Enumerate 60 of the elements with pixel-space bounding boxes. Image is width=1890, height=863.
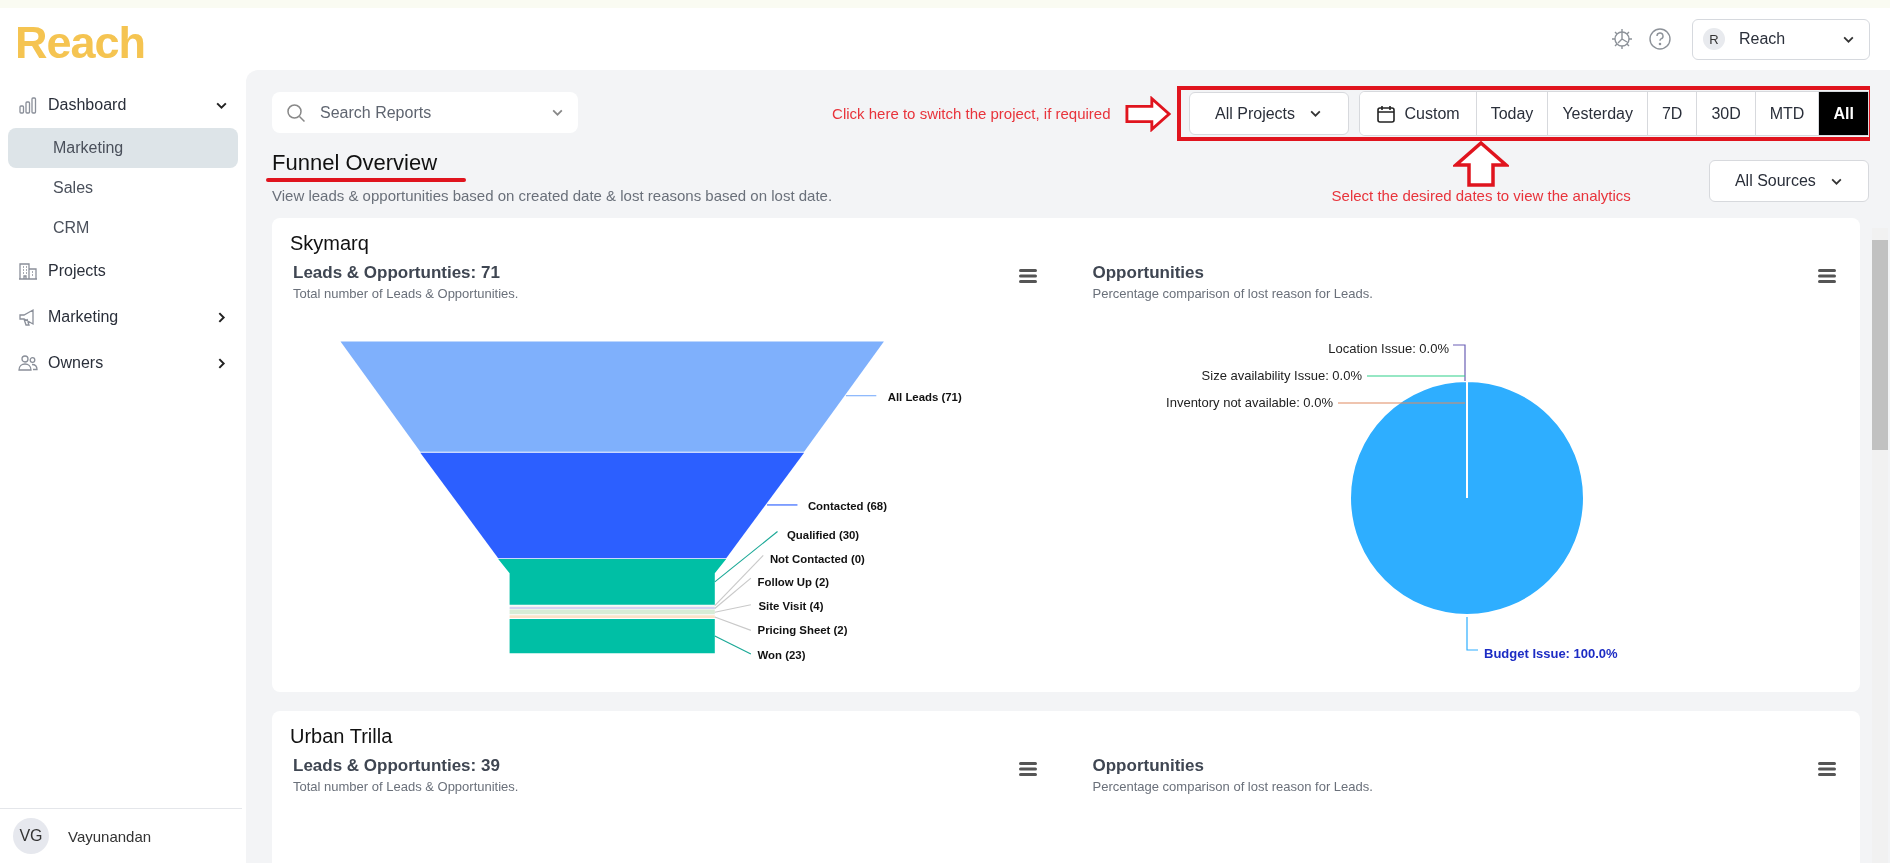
sidebar-item[interactable]: Projects bbox=[8, 248, 238, 294]
sidebar-item[interactable]: Owners bbox=[8, 340, 238, 386]
leader-line bbox=[714, 635, 752, 655]
avatar: VG bbox=[13, 818, 49, 854]
menu-icon[interactable] bbox=[1818, 269, 1836, 283]
page-title: Funnel Overview bbox=[272, 150, 439, 176]
annotation-text: Click here to switch the project, if required bbox=[832, 105, 1111, 122]
chart-title: Opportunities bbox=[1092, 263, 1205, 283]
project-dropdown[interactable]: All Projects bbox=[1188, 92, 1349, 135]
logo: Reach bbox=[14, 16, 147, 70]
chart-title: Opportunities bbox=[1092, 756, 1205, 776]
building-icon bbox=[18, 261, 38, 281]
pie-label: Inventory not available: 0.0% bbox=[1165, 395, 1333, 410]
bar-chart-icon bbox=[18, 95, 38, 115]
funnel-label: Site Visit (4) bbox=[758, 600, 824, 613]
sidebar-item[interactable]: Marketing bbox=[8, 294, 238, 340]
funnel-label: Qualified (30) bbox=[787, 529, 860, 542]
user-name: Vayunandan bbox=[68, 827, 152, 845]
page-subtitle: View leads & opportunities based on created date & lost reasons based on lost date. bbox=[272, 187, 833, 204]
leader-line bbox=[1465, 616, 1479, 651]
project-name: Urban Trilla bbox=[290, 725, 394, 748]
pie-label: Location Issue: 0.0% bbox=[1327, 341, 1449, 356]
sidebar-subitem[interactable]: CRM bbox=[8, 208, 238, 248]
leader-line bbox=[714, 616, 752, 631]
funnel-label: All Leads (71) bbox=[887, 391, 962, 404]
pie-label: Size availability Issue: 0.0% bbox=[1201, 368, 1362, 383]
chart-subtitle: Percentage comparison of lost reason for Leads. bbox=[1092, 286, 1373, 301]
sidebar-subitem[interactable]: Marketing bbox=[8, 128, 238, 168]
funnel-label: Pricing Sheet (2) bbox=[757, 624, 848, 637]
sidebar-item[interactable]: Dashboard bbox=[8, 82, 238, 128]
annotation-arrow bbox=[1124, 95, 1171, 132]
calendar-icon bbox=[1375, 103, 1396, 124]
leader-line bbox=[766, 504, 799, 506]
menu-icon[interactable] bbox=[1818, 762, 1836, 776]
project-name: Skymarq bbox=[290, 232, 370, 255]
people-icon bbox=[18, 353, 38, 373]
account-dropdown[interactable]: R Reach bbox=[1692, 18, 1870, 60]
funnel-label: Won (23) bbox=[757, 648, 806, 661]
settings-icon[interactable] bbox=[1610, 27, 1634, 51]
funnel-label: Contacted (68) bbox=[807, 499, 887, 512]
search-icon bbox=[286, 102, 306, 123]
leader-line bbox=[845, 395, 877, 397]
source-dropdown[interactable]: All Sources bbox=[1708, 160, 1869, 202]
chart-subtitle: Total number of Leads & Opportunities. bbox=[293, 779, 519, 794]
funnel-label: Not Contacted (0) bbox=[769, 552, 865, 565]
help-icon[interactable] bbox=[1648, 27, 1672, 51]
chart-subtitle: Total number of Leads & Opportunities. bbox=[293, 286, 519, 301]
search-input[interactable]: Search Reports bbox=[318, 102, 537, 123]
date-range-button[interactable]: All bbox=[1818, 92, 1868, 135]
chart-subtitle: Percentage comparison of lost reason for Leads. bbox=[1092, 779, 1373, 794]
menu-icon[interactable] bbox=[1018, 269, 1037, 283]
annotation-text: Select the desired dates to view the analytics bbox=[1331, 187, 1631, 204]
sidebar-subitem[interactable]: Sales bbox=[8, 168, 238, 208]
chart-title: Leads & Opportunties: 39 bbox=[293, 756, 501, 776]
search-field[interactable]: Search Reports bbox=[272, 92, 578, 133]
menu-icon[interactable] bbox=[1018, 762, 1037, 776]
funnel-label: Follow Up (2) bbox=[757, 575, 830, 588]
pie-label: Budget Issue: 100.0% bbox=[1483, 646, 1618, 661]
chart-title: Leads & Opportunties: 71 bbox=[293, 263, 501, 283]
scrollbar[interactable] bbox=[1872, 228, 1888, 863]
